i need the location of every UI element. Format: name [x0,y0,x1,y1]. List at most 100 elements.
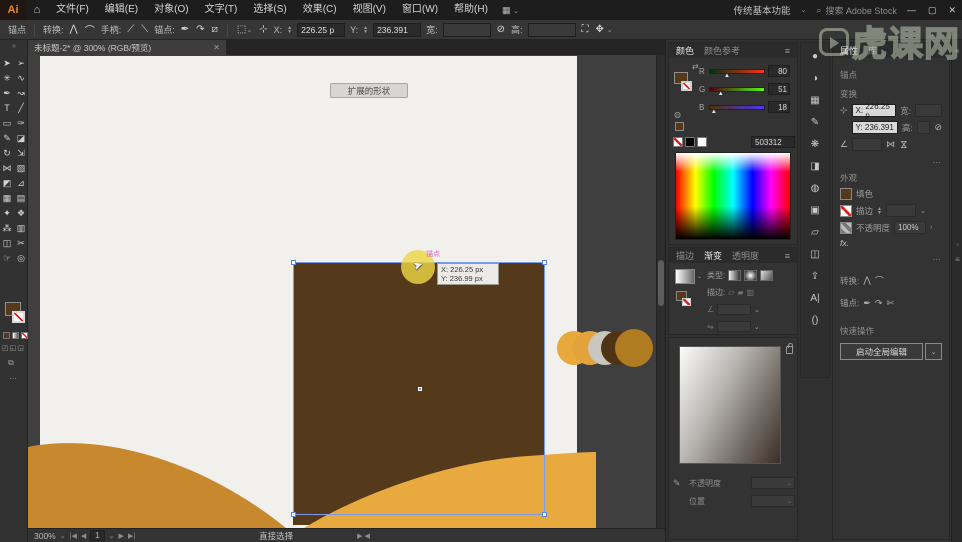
paragraph-panel-icon[interactable]: () [806,313,824,329]
opacity-expand-icon[interactable]: › [930,224,932,231]
remove-anchor-icon[interactable]: ✒ [863,298,871,309]
green-value-field[interactable]: 51 [768,83,790,95]
gradient-stop-pencil-icon[interactable]: ✎ [673,478,685,489]
eyedropper-tool-icon[interactable]: ✦ [1,206,14,220]
menu-view[interactable]: 视图(V) [345,0,394,20]
chevron-down-icon[interactable]: ⌄ [697,273,702,280]
gradient-opacity-field[interactable]: ⌄ [751,477,795,489]
green-slider[interactable]: ▲ [709,87,765,92]
reverse-gradient-icon[interactable]: ⇋ [707,322,714,331]
blue-value-field[interactable]: 18 [768,101,790,113]
chevron-down-icon[interactable]: ⌄ [754,306,760,314]
angle-field[interactable] [852,138,882,151]
tab-stroke[interactable]: 描边 [676,249,694,262]
minimize-button[interactable]: — [907,5,916,16]
tab-properties[interactable]: 属性 [840,44,858,57]
stroke-across-icon[interactable]: ▥ [747,288,755,297]
stroke-weight-field[interactable] [886,204,916,217]
reference-point-icon[interactable]: ⊹ [258,24,268,35]
flip-vertical-icon[interactable]: ⋈ [898,140,909,149]
x-stepper[interactable]: ▲▼ [287,26,292,34]
remove-anchor-icon[interactable]: ✒ [180,24,190,35]
x-field[interactable]: X: 226.25 p [852,104,897,117]
zoom-tool-icon[interactable]: ◎ [15,251,28,265]
hand-tool-icon[interactable]: ☞ [1,251,14,265]
vertical-scrollbar[interactable] [656,55,665,528]
anchor-top-left[interactable] [291,260,296,265]
workspace-switcher[interactable]: 传统基本功能 [733,3,790,17]
tab-gradient[interactable]: 渐变 [704,249,722,262]
chevron-down-icon[interactable]: ⌄ [754,323,760,331]
transform-options-icon[interactable]: ⛶ [581,24,590,35]
y-field[interactable]: Y: 236.391 [852,121,898,134]
canvas[interactable]: 扩展的形状 ➤ 锚点 X: 226.25 px Y: 236.99 px [28,55,656,528]
gradient-preview[interactable] [679,346,781,464]
select-similar-icon[interactable]: ✥ ⌄ [595,24,614,35]
reference-point-icon[interactable]: ⊹ [840,105,848,116]
first-artboard-icon[interactable]: |◀ [70,532,77,540]
vertical-scrollbar-thumb[interactable] [658,260,664,306]
menu-select[interactable]: 选择(S) [245,0,294,20]
menu-help[interactable]: 帮助(H) [446,0,496,20]
tab-transparency[interactable]: 透明度 [732,249,759,262]
document-layout-icon[interactable]: ▦ ⌄ [502,5,519,16]
height-field[interactable] [917,121,931,134]
artboard-tool-icon[interactable]: ◫ [1,236,14,250]
gradient-stroke-proxy[interactable] [682,298,691,306]
pen-tool-icon[interactable]: ✒ [1,86,14,100]
last-artboard-icon[interactable]: ▶| [128,532,135,540]
brushes-icon[interactable]: ✎ [806,115,824,131]
draw-normal-icon[interactable]: ◰ [2,344,9,352]
stock-search[interactable]: ⌕搜索 Adobe Stock [816,4,897,17]
lasso-tool-icon[interactable]: ∿ [15,71,28,85]
width-input[interactable] [443,23,491,37]
angle-field[interactable] [717,304,751,315]
anchor-top-right[interactable] [542,260,547,265]
line-tool-icon[interactable]: ╱ [15,101,28,115]
constrain-link-icon[interactable]: ⊘ [934,122,942,133]
layers-icon[interactable]: ▱ [806,225,824,241]
panel-grip-icon[interactable]: ◦ [952,240,962,249]
panel-menu-icon[interactable]: ≡ [785,251,790,261]
free-transform-tool-icon[interactable]: ▧ [15,161,28,175]
rectangle-tool-icon[interactable]: ▭ [1,116,14,130]
mesh-tool-icon[interactable]: ▦ [1,191,14,205]
global-edit-dropdown-icon[interactable]: ⌄ [925,343,942,360]
status-expand-icon[interactable]: ▶ ◀ [357,532,370,540]
rotate-tool-icon[interactable]: ↻ [1,146,14,160]
direct-selection-tool-icon[interactable]: ➢ [15,56,28,70]
y-stepper[interactable]: ▲▼ [363,26,368,34]
radial-gradient-icon[interactable] [744,270,757,281]
transform-more-icon[interactable]: … [840,155,942,165]
artboards-icon[interactable]: ◫ [806,247,824,263]
color-mode-icon[interactable] [3,332,10,339]
gradient-mode-icon[interactable] [12,332,19,339]
linear-gradient-icon[interactable] [728,270,741,281]
swatches-icon[interactable]: ▦ [806,93,824,109]
fill-stroke-proxy[interactable] [5,302,27,326]
align-grid-icon[interactable]: ⬚⌄ [236,24,253,35]
swap-fill-stroke-icon[interactable]: ⇄ [692,62,699,71]
stroke-color-swatch[interactable] [840,205,852,217]
show-handles-icon[interactable]: ⟋ [126,24,135,35]
restore-button[interactable]: ▢ [928,5,937,16]
fill-color-swatch[interactable] [840,188,852,200]
flip-horizontal-icon[interactable]: ⋈ [886,139,895,150]
menu-window[interactable]: 窗口(W) [394,0,446,20]
slice-tool-icon[interactable]: ✂ [15,236,28,250]
none-swatch[interactable] [673,137,683,147]
draw-inside-icon[interactable]: ◲ [17,344,24,352]
color-wheel-icon[interactable]: ◍ [674,110,681,119]
symbols-icon[interactable]: ❋ [806,137,824,153]
home-icon[interactable]: ⌂ [26,4,48,16]
connect-anchor-icon[interactable]: ↷ [875,298,883,309]
curvature-tool-icon[interactable]: ↝ [15,86,28,100]
lock-icon[interactable] [786,346,793,354]
color-stroke-swatch[interactable] [681,81,692,91]
anchor-bottom-left[interactable] [291,512,296,517]
next-artboard-icon[interactable]: ▶ [119,532,124,540]
tab-libraries[interactable]: 库 [868,44,877,57]
panel-menu-icon[interactable]: ≡ [952,255,962,264]
anchor-bottom-right[interactable] [542,512,547,517]
color-spectrum[interactable] [675,152,791,240]
